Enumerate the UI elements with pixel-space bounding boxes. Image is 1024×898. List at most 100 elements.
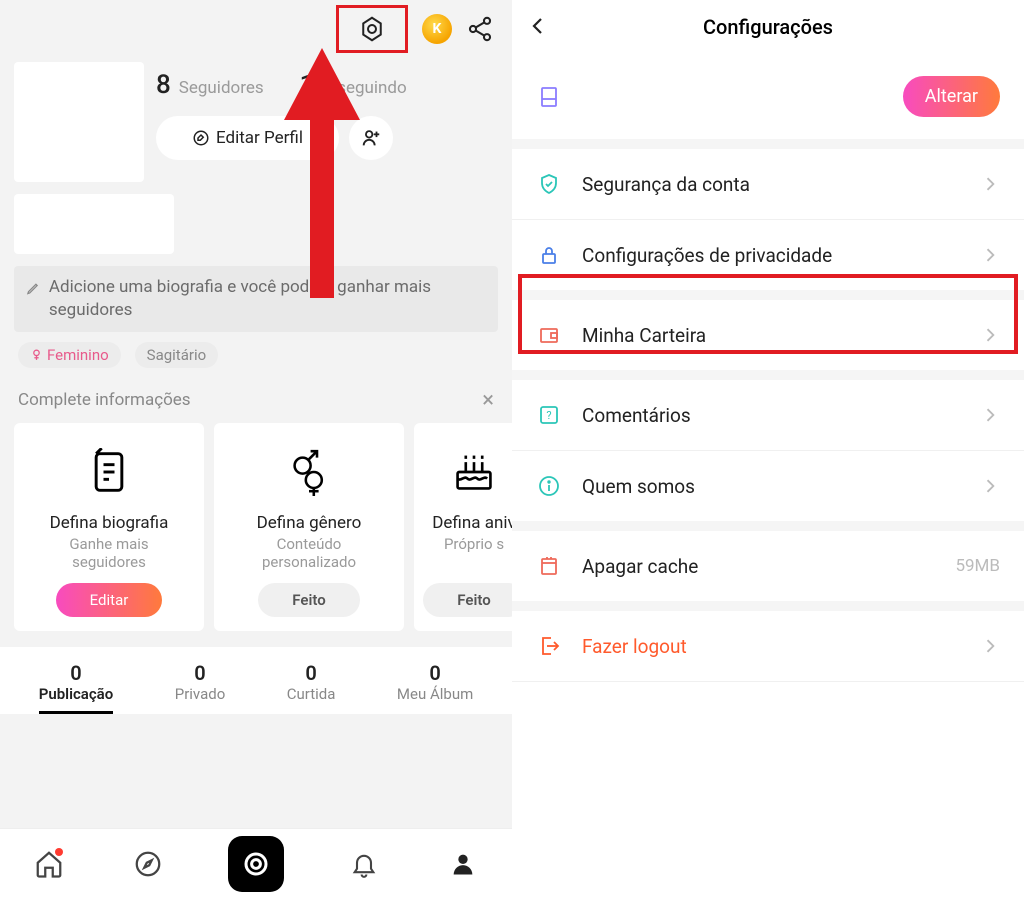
gender-tag[interactable]: Feminino xyxy=(18,342,121,368)
card-birthday-sub1: Próprio s xyxy=(444,535,504,553)
edit-profile-label: Editar Perfil xyxy=(216,128,303,148)
followers-count: 8 xyxy=(156,70,171,100)
card-bio-btn-label: Editar xyxy=(90,591,129,609)
bell-icon xyxy=(350,850,378,878)
info-icon xyxy=(537,474,561,498)
zodiac-tag-label: Sagitário xyxy=(147,346,207,364)
following-label: seguindo xyxy=(337,78,407,98)
person-icon xyxy=(449,850,477,878)
tab-liked[interactable]: 0 Curtida xyxy=(287,661,336,714)
followers-stat[interactable]: 8 Seguidores xyxy=(156,70,264,100)
add-user-icon xyxy=(360,127,382,149)
security-label: Segurança da conta xyxy=(582,173,750,196)
tab-album[interactable]: 0 Meu Álbum xyxy=(397,661,473,714)
tab-liked-label: Curtida xyxy=(287,685,336,703)
settings-icon-highlight[interactable] xyxy=(336,5,408,53)
username-box xyxy=(14,194,174,254)
settings-row-about[interactable]: Quem somos xyxy=(512,451,1024,531)
logout-icon xyxy=(537,634,561,658)
wallet-label: Minha Carteira xyxy=(582,324,706,347)
settings-row-account[interactable]: Alterar xyxy=(512,54,1024,149)
gender-tag-label: Feminino xyxy=(47,346,109,364)
following-count: 10 xyxy=(300,70,330,100)
nav-notifications[interactable] xyxy=(346,846,382,882)
edit-profile-button[interactable]: Editar Perfil xyxy=(156,116,339,160)
card-birthday: Defina aniv Próprio s Feito xyxy=(414,423,512,631)
card-birthday-button[interactable]: Feito xyxy=(423,583,512,617)
card-bio-sub2: seguidores xyxy=(72,553,146,571)
document-icon xyxy=(87,448,131,496)
chevron-right-icon xyxy=(980,476,1000,496)
avatar[interactable] xyxy=(14,62,144,182)
trash-icon xyxy=(537,554,561,578)
back-button[interactable] xyxy=(526,14,550,43)
card-bio: Defina biografia Ganhe mais seguidores E… xyxy=(14,423,204,631)
tab-posts-label: Publicação xyxy=(39,685,113,703)
lock-icon xyxy=(537,243,561,267)
svg-text:?: ? xyxy=(546,409,551,422)
card-bio-button[interactable]: Editar xyxy=(56,583,163,617)
edit-icon xyxy=(192,129,210,147)
card-gender-btn-label: Feito xyxy=(292,591,325,609)
settings-row-logout[interactable]: Fazer logout xyxy=(512,611,1024,682)
settings-row-comments[interactable]: ? Comentários xyxy=(512,380,1024,451)
logout-label: Fazer logout xyxy=(582,635,687,658)
gender-icon xyxy=(285,448,333,496)
card-birthday-title: Defina aniv xyxy=(432,513,512,533)
chevron-right-icon xyxy=(980,405,1000,425)
nav-camera[interactable] xyxy=(228,836,284,892)
chevron-right-icon xyxy=(980,325,1000,345)
tab-posts[interactable]: 0 Publicação xyxy=(39,661,113,714)
cache-size: 59MB xyxy=(955,556,1000,576)
tab-private[interactable]: 0 Privado xyxy=(175,661,226,714)
chevron-right-icon xyxy=(980,636,1000,656)
following-stat[interactable]: 10 seguindo xyxy=(300,70,407,100)
card-bio-title: Defina biografia xyxy=(50,513,169,533)
account-icon xyxy=(537,85,561,109)
share-icon[interactable] xyxy=(466,15,494,43)
alterar-button[interactable]: Alterar xyxy=(903,76,1000,117)
tab-private-label: Privado xyxy=(175,685,226,703)
card-gender-sub2: personalizado xyxy=(262,553,356,571)
card-bio-sub1: Ganhe mais xyxy=(69,535,148,553)
pencil-icon xyxy=(26,280,41,296)
comments-icon: ? xyxy=(537,403,561,427)
nav-home[interactable] xyxy=(31,846,67,882)
bio-prompt[interactable]: Adicione uma biografia e você poderá gan… xyxy=(14,266,498,332)
cache-label: Apagar cache xyxy=(582,555,698,578)
add-friend-button[interactable] xyxy=(349,116,393,160)
gear-icon xyxy=(357,14,387,44)
page-title: Configurações xyxy=(703,15,833,39)
card-gender-sub1: Conteúdo xyxy=(277,535,342,553)
settings-row-privacy[interactable]: Configurações de privacidade xyxy=(512,220,1024,300)
tab-album-count: 0 xyxy=(397,661,473,685)
close-icon[interactable]: × xyxy=(482,388,494,413)
compass-icon xyxy=(133,849,163,879)
about-label: Quem somos xyxy=(582,475,695,498)
card-birthday-btn-label: Feito xyxy=(457,591,490,609)
nav-profile[interactable] xyxy=(445,846,481,882)
comments-label: Comentários xyxy=(582,404,691,427)
female-icon xyxy=(30,348,43,361)
coin-icon[interactable]: K xyxy=(422,14,452,44)
nav-explore[interactable] xyxy=(130,846,166,882)
followers-label: Seguidores xyxy=(179,78,264,98)
settings-row-wallet[interactable]: Minha Carteira xyxy=(512,300,1024,380)
zodiac-tag[interactable]: Sagitário xyxy=(135,342,219,368)
card-gender-title: Defina gênero xyxy=(257,513,362,533)
chevron-right-icon xyxy=(980,174,1000,194)
tab-posts-count: 0 xyxy=(39,661,113,685)
card-gender-button[interactable]: Feito xyxy=(258,583,359,617)
card-gender: Defina gênero Conteúdo personalizado Fei… xyxy=(214,423,404,631)
alterar-label: Alterar xyxy=(925,86,978,107)
settings-row-security[interactable]: Segurança da conta xyxy=(512,149,1024,220)
shield-icon xyxy=(537,172,561,196)
tab-album-label: Meu Álbum xyxy=(397,685,473,703)
notification-dot xyxy=(55,848,63,856)
tab-liked-count: 0 xyxy=(287,661,336,685)
tab-private-count: 0 xyxy=(175,661,226,685)
cake-icon xyxy=(451,449,497,495)
camera-icon xyxy=(241,849,271,879)
bio-prompt-text: Adicione uma biografia e você poderá gan… xyxy=(49,276,486,322)
settings-row-cache[interactable]: Apagar cache 59MB xyxy=(512,531,1024,611)
